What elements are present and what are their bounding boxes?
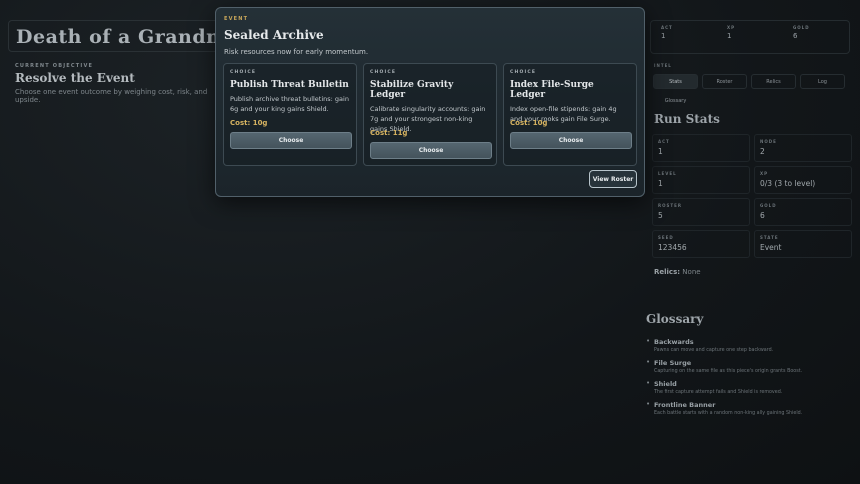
glossary-panel: Glossary Backwards Pawns can move and ca… (646, 312, 856, 422)
stat-label: LEVEL (658, 171, 677, 176)
glossary-list: Backwards Pawns can move and capture one… (646, 337, 856, 416)
top-stat-value: 1 (661, 32, 666, 40)
tab-log[interactable]: Log (800, 74, 845, 89)
glossary-definition: Pawns can move and capture one step back… (654, 348, 774, 353)
stat-value: 1 (658, 147, 663, 156)
tab-stats[interactable]: Stats (653, 74, 698, 89)
stat-cell-seed: SEED 123456 (652, 230, 750, 258)
choice-cost: Cost: 11g (370, 129, 408, 137)
choice-kicker: CHOICE (510, 70, 537, 75)
stat-label: SEED (658, 235, 674, 240)
stat-cell-roster: ROSTER 5 (652, 198, 750, 226)
stat-label: NODE (760, 139, 777, 144)
choice-cost: Cost: 10g (230, 119, 268, 127)
stat-value: 2 (760, 147, 765, 156)
top-stat-label: XP (727, 25, 736, 30)
run-stats-title: Run Stats (654, 112, 720, 126)
choice-title: Index File-Surge Ledger (510, 80, 594, 100)
top-stat-gold: GOLD 6 (783, 21, 849, 53)
choice-kicker: CHOICE (370, 70, 397, 75)
tab-glossary[interactable]: Glossary (653, 93, 698, 108)
glossary-term: File Surge (654, 359, 692, 367)
stat-value: 6 (760, 211, 765, 220)
objective-subtitle: Choose one event outcome by weighing cos… (15, 88, 208, 104)
glossary-item: Backwards Pawns can move and capture one… (646, 337, 856, 353)
choice-card-1: CHOICE Publish Threat Bulletin Publish a… (223, 63, 357, 166)
event-title: Sealed Archive (224, 28, 324, 42)
glossary-item: File Surge Capturing on the same file as… (646, 358, 856, 374)
top-stat-label: ACT (661, 25, 673, 30)
top-stat-label: GOLD (793, 25, 810, 30)
choice-title: Stabilize Gravity Ledger (370, 80, 454, 100)
glossary-definition: Each battle starts with a random non-kin… (654, 411, 803, 416)
stat-cell-gold: GOLD 6 (754, 198, 852, 226)
top-stat-value: 1 (727, 32, 732, 40)
relics-value: None (682, 268, 701, 276)
stat-label: STATE (760, 235, 779, 240)
stat-cell-state: STATE Event (754, 230, 852, 258)
stat-value: 5 (658, 211, 663, 220)
stat-cell-xp: XP 0/3 (3 to level) (754, 166, 852, 194)
stat-cell-node: NODE 2 (754, 134, 852, 162)
top-stat-act: ACT 1 (651, 21, 717, 53)
glossary-definition: Capturing on the same file as this piece… (654, 369, 803, 374)
objective-kicker: CURRENT OBJECTIVE (15, 63, 94, 69)
stat-value: 0/3 (3 to level) (760, 179, 816, 188)
event-subtitle: Risk resources now for early momentum. (224, 48, 369, 56)
stat-value: 1 (658, 179, 663, 188)
top-stats-bar: ACT 1 XP 1 GOLD 6 (650, 20, 850, 54)
glossary-title: Glossary (646, 312, 704, 326)
side-tabs: Stats Roster Relics Log Glossary (653, 74, 850, 108)
intel-label: INTEL (654, 63, 672, 68)
stat-cell-act: ACT 1 (652, 134, 750, 162)
glossary-item: Frontline Banner Each battle starts with… (646, 400, 856, 416)
event-modal: EVENT Sealed Archive Risk resources now … (215, 7, 645, 197)
glossary-term: Frontline Banner (654, 401, 716, 409)
glossary-item: Shield The first capture attempt fails a… (646, 379, 856, 395)
glossary-term: Shield (654, 380, 677, 388)
view-roster-button[interactable]: View Roster (589, 170, 637, 188)
choice-title: Publish Threat Bulletin (230, 80, 349, 90)
choice-kicker: CHOICE (230, 70, 257, 75)
stat-label: GOLD (760, 203, 777, 208)
stat-label: ACT (658, 139, 670, 144)
stat-value: 123456 (658, 243, 687, 252)
tab-roster[interactable]: Roster (702, 74, 747, 89)
stat-value: Event (760, 243, 782, 252)
tab-relics[interactable]: Relics (751, 74, 796, 89)
run-stats-grid: ACT 1 NODE 2 LEVEL 1 XP 0/3 (3 to level) ROS… (652, 134, 852, 258)
event-kicker: EVENT (224, 16, 249, 22)
stat-label: ROSTER (658, 203, 682, 208)
top-stat-value: 6 (793, 32, 798, 40)
top-stat-xp: XP 1 (717, 21, 783, 53)
choice-card-3: CHOICE Index File-Surge Ledger Index ope… (503, 63, 637, 166)
glossary-definition: The first capture attempt fails and Shie… (654, 390, 783, 395)
objective-title: Resolve the Event (15, 71, 135, 85)
choose-button[interactable]: Choose (510, 132, 632, 149)
stat-cell-level: LEVEL 1 (652, 166, 750, 194)
stat-label: XP (760, 171, 769, 176)
choose-button[interactable]: Choose (230, 132, 352, 149)
glossary-term: Backwards (654, 338, 694, 346)
choice-description: Publish archive threat bulletins: gain 6… (230, 95, 349, 113)
choice-card-2: CHOICE Stabilize Gravity Ledger Calibrat… (363, 63, 497, 166)
choice-cost: Cost: 10g (510, 119, 548, 127)
objective-panel: CURRENT OBJECTIVE Resolve the Event Choo… (15, 63, 220, 104)
choose-button[interactable]: Choose (370, 142, 492, 159)
relics-line: Relics: None (654, 268, 701, 276)
relics-label: Relics: (654, 268, 681, 276)
